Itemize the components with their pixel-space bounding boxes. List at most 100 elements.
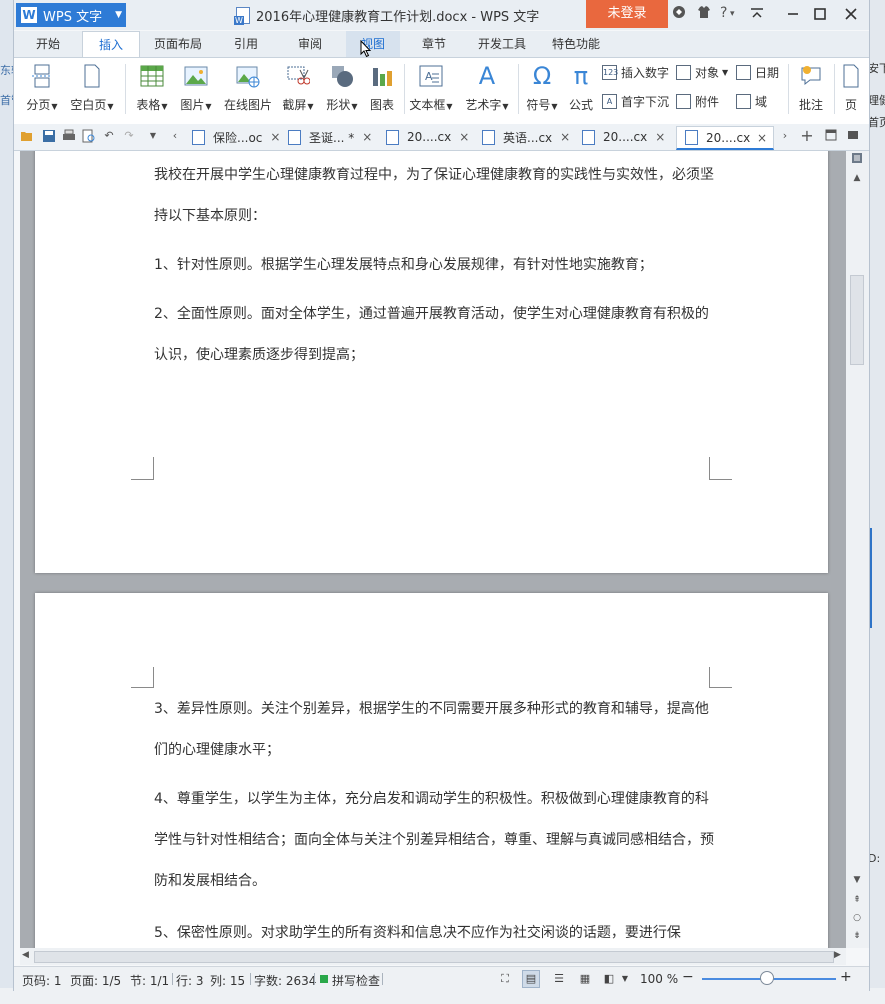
tab-page-layout[interactable]: 页面布局 bbox=[146, 31, 210, 57]
status-section[interactable]: 节: 1/1 bbox=[130, 972, 169, 989]
shirt-icon[interactable] bbox=[697, 5, 711, 23]
zoom-out-icon[interactable]: − bbox=[682, 969, 694, 985]
paragraph[interactable]: 2、全面性原则。面对全体学生，通过普遍开展教育活动，使学生对心理健康教育有积极的… bbox=[154, 294, 714, 376]
close-icon[interactable]: × bbox=[560, 130, 570, 144]
web-view-icon[interactable]: ▦ bbox=[576, 970, 594, 988]
vertical-scrollbar[interactable]: ▲ ▼ ⇞ ○ ⇟ bbox=[846, 151, 869, 948]
tab-developer[interactable]: 开发工具 bbox=[470, 31, 534, 57]
tab-chapter[interactable]: 章节 bbox=[408, 31, 460, 57]
undo-icon[interactable]: ↶ bbox=[102, 129, 116, 143]
comment-button[interactable]: 批注 bbox=[794, 60, 828, 116]
object-button[interactable]: 对象 ▼ bbox=[676, 63, 728, 81]
page-button[interactable]: 页 bbox=[840, 60, 862, 116]
date-button[interactable]: 日期 bbox=[736, 63, 779, 81]
help-dropdown-icon[interactable]: ▾ bbox=[730, 9, 735, 19]
status-word-count[interactable]: 字数: 2634 bbox=[254, 972, 316, 989]
scrollbar-thumb[interactable] bbox=[34, 951, 834, 963]
close-icon[interactable] bbox=[838, 3, 864, 25]
shapes-button[interactable]: 形状▼ bbox=[324, 60, 360, 116]
scroll-up-icon[interactable]: ▲ bbox=[850, 171, 864, 185]
doc-tab[interactable]: 英语...cx × bbox=[474, 126, 570, 148]
tab-special[interactable]: 特色功能 bbox=[544, 31, 608, 57]
view-toggle-icon[interactable] bbox=[850, 153, 864, 167]
table-button[interactable]: 表格▼ bbox=[134, 60, 170, 116]
redo-icon[interactable]: ↷ bbox=[122, 129, 136, 143]
new-tab-icon[interactable]: + bbox=[800, 128, 814, 144]
view-dropdown-icon[interactable]: ▼ bbox=[616, 970, 634, 988]
chevron-left-icon[interactable]: ‹ bbox=[168, 129, 182, 143]
tab-view[interactable]: 视图 bbox=[346, 31, 400, 57]
previous-page-icon[interactable]: ⇞ bbox=[850, 893, 864, 907]
screenshot-button[interactable]: 截屏▼ bbox=[280, 60, 316, 116]
tab-menu-icon[interactable] bbox=[846, 129, 860, 143]
scroll-right-icon[interactable]: ▶ bbox=[834, 950, 841, 960]
print-icon[interactable] bbox=[62, 129, 76, 143]
close-icon[interactable]: × bbox=[459, 130, 469, 144]
formula-button[interactable]: π 公式 bbox=[566, 60, 596, 116]
scroll-left-icon[interactable]: ◀ bbox=[22, 950, 29, 960]
close-icon[interactable]: × bbox=[757, 131, 767, 145]
paragraph[interactable]: 5、保密性原则。对求助学生的所有资料和信息决不应作为社交闲谈的话题，要进行保 bbox=[154, 913, 714, 948]
minimize-icon[interactable] bbox=[780, 3, 806, 25]
tab-review[interactable]: 审阅 bbox=[284, 31, 336, 57]
textbox-button[interactable]: A 文本框▼ bbox=[408, 60, 454, 116]
quick-access-dropdown-icon[interactable]: ▼ bbox=[146, 129, 160, 143]
horizontal-scrollbar[interactable]: ◀ ▶ bbox=[20, 948, 846, 965]
maximize-icon[interactable] bbox=[807, 3, 833, 25]
tab-references[interactable]: 引用 bbox=[220, 31, 272, 57]
scroll-down-icon[interactable]: ▼ bbox=[850, 873, 864, 887]
online-picture-button[interactable]: 在线图片 bbox=[222, 60, 274, 116]
close-icon[interactable]: × bbox=[362, 130, 372, 144]
scrollbar-thumb[interactable] bbox=[850, 275, 864, 365]
open-icon[interactable] bbox=[20, 129, 34, 143]
zoom-level[interactable]: 100 % bbox=[640, 972, 678, 986]
login-button[interactable]: 未登录 bbox=[586, 0, 668, 28]
zoom-in-icon[interactable]: + bbox=[840, 969, 852, 985]
fullscreen-view-icon[interactable]: ⛶ bbox=[496, 970, 514, 988]
status-column[interactable]: 列: 15 bbox=[210, 972, 245, 989]
paragraph[interactable]: 我校在开展中学生心理健康教育过程中，为了保证心理健康教育的实践性与实效性，必须坚… bbox=[154, 155, 714, 237]
tab-list-icon[interactable] bbox=[824, 129, 838, 143]
collapse-ribbon-icon[interactable] bbox=[744, 3, 770, 25]
status-page-number[interactable]: 页码: 1 bbox=[22, 972, 62, 989]
tab-insert[interactable]: 插入 bbox=[82, 31, 140, 59]
app-menu-button[interactable]: W WPS 文字 ▼ bbox=[16, 3, 126, 27]
page-view-icon[interactable]: ▤ bbox=[522, 970, 540, 988]
select-browse-object-icon[interactable]: ○ bbox=[850, 911, 864, 925]
outline-view-icon[interactable]: ☰ bbox=[550, 970, 568, 988]
skin-icon[interactable] bbox=[672, 5, 686, 23]
document-page[interactable]: 我校在开展中学生心理健康教育过程中，为了保证心理健康教育的实践性与实效性，必须坚… bbox=[35, 151, 828, 573]
blank-page-button[interactable]: 空白页▼ bbox=[68, 60, 116, 116]
symbol-button[interactable]: Ω 符号▼ bbox=[524, 60, 560, 116]
picture-button[interactable]: 图片▼ bbox=[178, 60, 214, 116]
save-icon[interactable] bbox=[42, 129, 56, 143]
page-break-button[interactable]: 分页▼ bbox=[24, 60, 60, 116]
zoom-slider-handle[interactable] bbox=[760, 971, 774, 985]
document-canvas[interactable]: 我校在开展中学生心理健康教育过程中，为了保证心理健康教育的实践性与实效性，必须坚… bbox=[20, 151, 846, 948]
next-page-icon[interactable]: ⇟ bbox=[850, 929, 864, 943]
doc-tab[interactable]: 保险...oc × bbox=[184, 126, 280, 148]
document-page[interactable]: 3、差异性原则。关注个别差异，根据学生的不同需要开展多种形式的教育和辅导，提高他… bbox=[35, 593, 828, 948]
doc-tab[interactable]: 20....cx × bbox=[378, 126, 469, 148]
tab-home[interactable]: 开始 bbox=[22, 31, 74, 57]
close-icon[interactable]: × bbox=[655, 130, 665, 144]
close-icon[interactable]: × bbox=[270, 130, 280, 144]
doc-tab[interactable]: 20....cx × bbox=[574, 126, 665, 148]
status-page-count[interactable]: 页面: 1/5 bbox=[70, 972, 121, 989]
print-preview-icon[interactable] bbox=[82, 129, 96, 143]
wordart-button[interactable]: A 艺术字▼ bbox=[464, 60, 510, 116]
paragraph[interactable]: 4、尊重学生，以学生为主体，充分启发和调动学生的积极性。积极做到心理健康教育的科… bbox=[154, 779, 714, 902]
paragraph[interactable]: 3、差异性原则。关注个别差异，根据学生的不同需要开展多种形式的教育和辅导，提高他… bbox=[154, 689, 714, 771]
doc-tab-active[interactable]: 20....cx × bbox=[676, 126, 774, 150]
chart-button[interactable]: 图表 bbox=[366, 60, 398, 116]
doc-tab[interactable]: 圣诞... * × bbox=[280, 126, 372, 148]
attachment-button[interactable]: 附件 bbox=[676, 92, 719, 110]
paragraph[interactable]: 1、针对性原则。根据学生心理发展特点和身心发展规律，有针对性地实施教育； bbox=[154, 245, 714, 286]
status-row[interactable]: 行: 3 bbox=[176, 972, 204, 989]
help-icon[interactable]: ? bbox=[720, 5, 727, 21]
spell-check-button[interactable]: 拼写检查 bbox=[332, 972, 380, 989]
field-button[interactable]: 域 bbox=[736, 92, 767, 110]
chevron-right-icon[interactable]: › bbox=[778, 129, 792, 143]
drop-cap-button[interactable]: A 首字下沉 bbox=[602, 92, 669, 110]
insert-number-button[interactable]: 123 插入数字 bbox=[602, 63, 669, 81]
